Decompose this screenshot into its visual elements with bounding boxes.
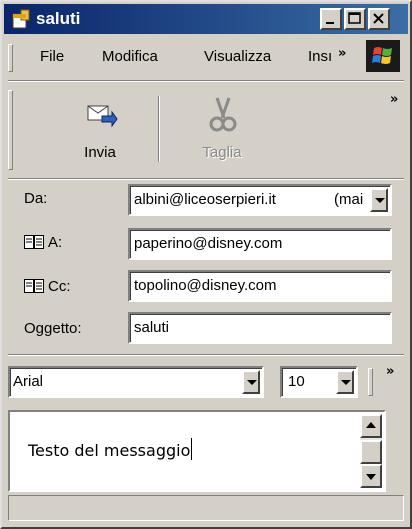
toolbar-grip[interactable] bbox=[8, 90, 13, 170]
cut-label: Taglia bbox=[202, 144, 242, 161]
subject-value: saluti bbox=[134, 319, 170, 336]
scissors-icon bbox=[209, 97, 237, 132]
menu-inserisci[interactable]: Insı bbox=[308, 48, 332, 65]
title-bar[interactable]: saluti bbox=[4, 4, 408, 34]
to-value: paperino@disney.com bbox=[134, 235, 283, 252]
size-value: 10 bbox=[288, 373, 305, 390]
to-label: A: bbox=[48, 234, 63, 251]
menubar-separator bbox=[8, 80, 404, 82]
cut-button[interactable]: Taglia bbox=[172, 92, 272, 166]
send-label: Invia bbox=[84, 144, 116, 161]
minimize-icon bbox=[326, 22, 334, 24]
menu-bar: File Modifica Visualizza Insı » bbox=[8, 40, 404, 74]
maximize-icon bbox=[348, 12, 361, 24]
dropdown-arrow-icon[interactable] bbox=[242, 370, 260, 394]
scroll-up-icon bbox=[366, 422, 376, 428]
vertical-scrollbar[interactable] bbox=[360, 414, 382, 488]
from-select[interactable]: albini@liceoserpieri.it (mai bbox=[128, 184, 392, 216]
format-grip[interactable] bbox=[368, 368, 373, 396]
send-button[interactable]: Invia bbox=[50, 92, 150, 166]
menu-modifica[interactable]: Modifica bbox=[102, 48, 158, 65]
window-title: saluti bbox=[36, 9, 81, 28]
windows-logo-icon bbox=[366, 40, 400, 72]
subject-label: Oggetto: bbox=[24, 320, 82, 337]
dropdown-arrow-icon[interactable] bbox=[336, 370, 354, 394]
scroll-up-button[interactable] bbox=[360, 414, 382, 438]
header-separator bbox=[8, 354, 404, 356]
close-button[interactable] bbox=[368, 8, 390, 30]
message-body[interactable]: Testo del messaggio bbox=[8, 410, 386, 492]
maximize-button[interactable] bbox=[344, 8, 366, 30]
address-book-icon bbox=[24, 279, 44, 293]
menu-visualizza[interactable]: Visualizza bbox=[204, 48, 271, 65]
scroll-thumb[interactable] bbox=[360, 440, 382, 464]
toolbar-separator bbox=[158, 96, 160, 162]
text-caret bbox=[191, 438, 193, 460]
font-value: Arial bbox=[13, 373, 44, 390]
close-icon bbox=[373, 13, 384, 24]
scroll-down-button[interactable] bbox=[360, 464, 382, 488]
toolbar: Invia Taglia » bbox=[8, 88, 404, 172]
address-book-icon bbox=[24, 235, 44, 249]
from-value: albini@liceoserpieri.it bbox=[134, 191, 276, 208]
menu-overflow-chevron[interactable]: » bbox=[338, 46, 346, 61]
size-select[interactable]: 10 bbox=[280, 366, 358, 398]
to-field[interactable]: paperino@disney.com bbox=[128, 228, 392, 260]
from-account: (mai bbox=[334, 191, 364, 208]
menu-file[interactable]: File bbox=[40, 48, 64, 65]
subject-field[interactable]: saluti bbox=[128, 312, 392, 344]
send-icon bbox=[87, 105, 118, 128]
status-bar bbox=[8, 495, 404, 521]
toolbar-overflow-chevron[interactable]: » bbox=[390, 92, 398, 107]
message-window: saluti File Modifica Visualizza Insı » I… bbox=[0, 0, 412, 529]
to-label-wrap[interactable]: A: bbox=[24, 234, 62, 251]
format-overflow-chevron[interactable]: » bbox=[386, 364, 394, 379]
menubar-grip[interactable] bbox=[8, 44, 13, 72]
message-text: Testo del messaggio bbox=[28, 438, 193, 460]
dropdown-arrow-icon[interactable] bbox=[370, 188, 388, 212]
compose-icon bbox=[12, 9, 30, 29]
font-select[interactable]: Arial bbox=[8, 366, 264, 398]
cc-field[interactable]: topolino@disney.com bbox=[128, 270, 392, 302]
cc-value: topolino@disney.com bbox=[134, 277, 277, 294]
message-text-content: Testo del messaggio bbox=[28, 441, 191, 460]
from-label: Da: bbox=[24, 190, 48, 207]
minimize-button[interactable] bbox=[320, 8, 342, 30]
toolbar-separator-line bbox=[8, 178, 404, 180]
scroll-down-icon bbox=[366, 474, 376, 480]
cc-label-wrap[interactable]: Cc: bbox=[24, 278, 71, 295]
cc-label: Cc: bbox=[48, 278, 71, 295]
